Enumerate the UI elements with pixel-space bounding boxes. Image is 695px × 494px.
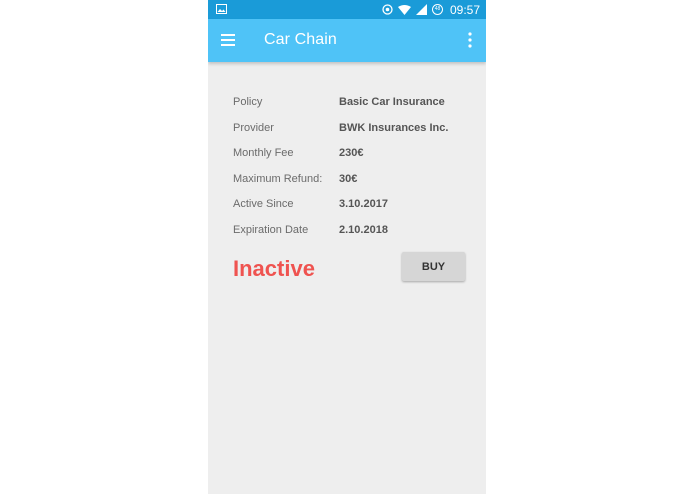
buy-button[interactable]: BUY (402, 252, 465, 281)
monthly-fee-value: 230€ (339, 147, 364, 159)
detail-row-active-since: Active Since 3.10.2017 (233, 194, 473, 220)
maximum-refund-label: Maximum Refund: (233, 172, 323, 185)
policy-details: Policy Basic Car Insurance Provider BWK … (233, 92, 473, 245)
policy-value: Basic Car Insurance (339, 96, 445, 108)
app-title: Car Chain (264, 31, 337, 48)
clock: 09:57 (449, 2, 480, 17)
policy-label: Policy (233, 96, 263, 108)
monthly-fee-label: Monthly Fee (233, 147, 294, 159)
maximum-refund-value: 30€ (339, 172, 358, 185)
provider-label: Provider (233, 121, 274, 134)
detail-row-provider: Provider BWK Insurances Inc. (233, 118, 473, 144)
battery-icon: 48 (431, 4, 443, 15)
detail-row-maximum-refund: Maximum Refund: 30€ (233, 169, 473, 195)
image-notification-icon (216, 4, 227, 14)
expiration-date-value: 2.10.2018 (339, 223, 388, 236)
status-bar: 48 09:57 (208, 0, 486, 19)
sync-icon (382, 4, 393, 15)
wifi-icon (397, 4, 411, 15)
status-icons: 48 09:57 (382, 0, 480, 19)
detail-row-policy: Policy Basic Car Insurance (233, 92, 473, 118)
detail-row-monthly-fee: Monthly Fee 230€ (233, 143, 473, 169)
battery-level: 48 (434, 6, 441, 12)
active-since-value: 3.10.2017 (339, 198, 388, 210)
phone-screen: 48 09:57 Car Chain Policy Basic Car Insu… (208, 0, 486, 494)
hamburger-menu-icon[interactable] (220, 32, 238, 48)
cell-signal-icon (415, 4, 427, 15)
active-since-label: Active Since (233, 198, 294, 210)
policy-status-text: Inactive (233, 256, 315, 281)
detail-row-expiration-date: Expiration Date 2.10.2018 (233, 220, 473, 246)
more-vertical-icon[interactable] (466, 31, 474, 49)
app-bar: Car Chain (208, 19, 486, 62)
expiration-date-label: Expiration Date (233, 223, 309, 236)
provider-value: BWK Insurances Inc. (339, 121, 449, 134)
